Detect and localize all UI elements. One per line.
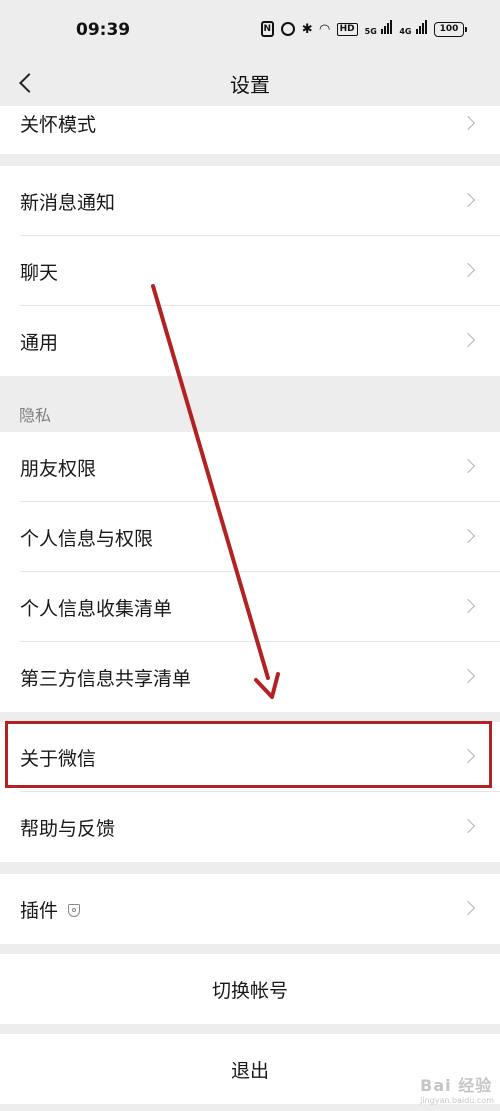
watermark: Bai 经验 jingyan.baidu.com [420, 1076, 494, 1105]
annotation-arrow [151, 284, 280, 699]
annotation-highlight-box [5, 721, 492, 788]
